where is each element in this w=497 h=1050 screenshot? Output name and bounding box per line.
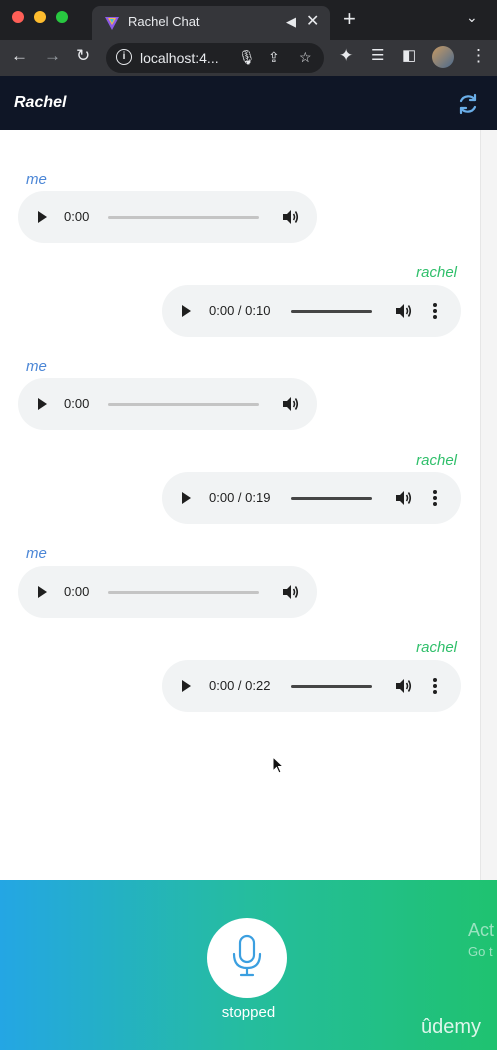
audio-time: 0:00: [64, 209, 90, 224]
audio-player-rachel[interactable]: 0:00 / 0:19: [162, 472, 461, 524]
volume-icon[interactable]: [281, 395, 299, 413]
maximize-window-button[interactable]: [56, 11, 68, 23]
seek-slider[interactable]: [291, 497, 372, 500]
seek-slider[interactable]: [108, 216, 259, 219]
play-button[interactable]: [38, 211, 47, 223]
app-favicon-icon: [105, 17, 119, 30]
close-window-button[interactable]: [12, 11, 24, 23]
reading-list-icon[interactable]: ☰: [371, 46, 384, 64]
site-info-icon[interactable]: i: [116, 49, 132, 65]
app-brand: Rachel: [14, 94, 67, 111]
sender-label-rachel: rachel: [416, 264, 457, 281]
volume-icon[interactable]: [394, 677, 412, 695]
audio-player-me[interactable]: 0:00: [18, 191, 317, 243]
record-button[interactable]: [207, 918, 287, 998]
tab-title: Rachel Chat: [128, 14, 200, 29]
minimize-window-button[interactable]: [34, 11, 46, 23]
recorder-panel: stopped Act Go t ûdemy: [0, 880, 497, 1050]
back-arrow-icon[interactable]: ←: [11, 46, 28, 66]
forward-arrow-icon[interactable]: →: [44, 46, 61, 66]
profile-avatar[interactable]: [432, 46, 454, 68]
audio-player-me[interactable]: 0:00: [18, 378, 317, 430]
seek-slider[interactable]: [291, 310, 372, 313]
seek-slider[interactable]: [108, 403, 259, 406]
seek-slider[interactable]: [108, 591, 259, 594]
play-button[interactable]: [38, 398, 47, 410]
audio-player-rachel[interactable]: 0:00 / 0:10: [162, 285, 461, 337]
audio-time: 0:00 / 0:10: [209, 303, 271, 318]
microphone-icon: [232, 934, 262, 977]
audio-player-me[interactable]: 0:00: [18, 566, 317, 618]
audio-time: 0:00 / 0:22: [209, 678, 271, 693]
tab-search-icon[interactable]: ⌄: [466, 9, 478, 26]
sender-label-me: me: [26, 358, 47, 375]
play-button[interactable]: [38, 586, 47, 598]
activation-watermark-sub: Go t: [468, 944, 493, 959]
volume-icon[interactable]: [394, 302, 412, 320]
audio-player-rachel[interactable]: 0:00 / 0:22: [162, 660, 461, 712]
chat-scrollbar[interactable]: [480, 130, 497, 880]
more-options-icon[interactable]: [433, 490, 437, 506]
browser-toolbar: ← → ↻ i localhost:4... 🎙︎ ⇪ ☆ ✦ ☰ ◧ ⋮: [0, 40, 497, 76]
more-options-icon[interactable]: [433, 678, 437, 694]
browser-tab[interactable]: Rachel Chat ◀︎ ✕: [92, 6, 330, 40]
share-icon[interactable]: ⇪: [268, 49, 280, 66]
side-panel-icon[interactable]: ◧: [402, 46, 416, 64]
volume-icon[interactable]: [281, 208, 299, 226]
mouse-cursor-icon: [272, 756, 284, 774]
browser-tab-strip: Rachel Chat ◀︎ ✕ + ⌄: [0, 0, 497, 40]
mute-tab-icon[interactable]: ◀︎: [286, 14, 296, 30]
extensions-icon[interactable]: ✦: [339, 46, 353, 66]
new-tab-button[interactable]: +: [343, 6, 356, 32]
audio-time: 0:00: [64, 584, 90, 599]
url-text: localhost:4...: [140, 50, 219, 66]
refresh-icon[interactable]: [456, 92, 480, 116]
play-button[interactable]: [182, 305, 191, 317]
activation-watermark: Act: [468, 920, 495, 940]
sender-label-rachel: rachel: [416, 452, 457, 469]
more-options-icon[interactable]: [433, 303, 437, 319]
udemy-watermark: ûdemy: [421, 1016, 482, 1038]
sender-label-me: me: [26, 171, 47, 188]
volume-icon[interactable]: [281, 583, 299, 601]
sender-label-rachel: rachel: [416, 639, 457, 656]
audio-time: 0:00 / 0:19: [209, 490, 271, 505]
volume-icon[interactable]: [394, 489, 412, 507]
audio-time: 0:00: [64, 396, 90, 411]
chat-messages: me 0:00 rachel 0:00 / 0:10 me 0:00 rache…: [0, 130, 497, 880]
close-tab-icon[interactable]: ✕: [306, 11, 319, 31]
play-button[interactable]: [182, 492, 191, 504]
microphone-icon[interactable]: 🎙︎: [238, 49, 256, 66]
browser-menu-icon[interactable]: ⋮: [470, 46, 487, 66]
address-bar[interactable]: i localhost:4... 🎙︎ ⇪ ☆: [106, 43, 324, 73]
seek-slider[interactable]: [291, 685, 372, 688]
sender-label-me: me: [26, 545, 47, 562]
reload-icon[interactable]: ↻: [76, 46, 90, 66]
bookmark-star-icon[interactable]: ☆: [299, 49, 312, 66]
app-header: Rachel: [0, 76, 497, 130]
play-button[interactable]: [182, 680, 191, 692]
